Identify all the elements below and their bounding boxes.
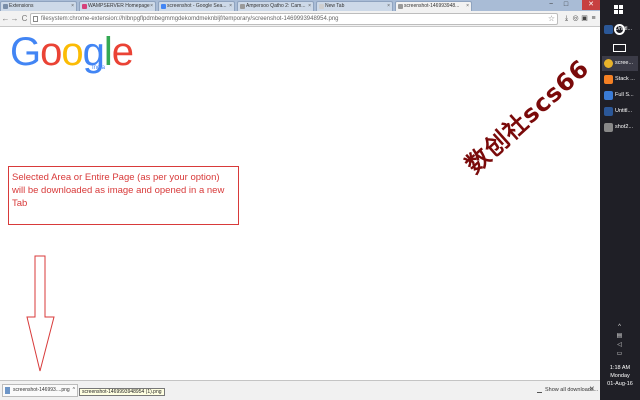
extension-screenshot-icon[interactable]: ◎ bbox=[571, 14, 580, 23]
task-view-icon[interactable] bbox=[613, 44, 626, 52]
tab-new-tab[interactable]: New Tab × bbox=[316, 1, 393, 11]
downloads-shelf: screenshot-146993....png ^ screenshot-14… bbox=[0, 380, 600, 400]
tab-extensions[interactable]: Extensions × bbox=[0, 1, 77, 11]
file-icon bbox=[5, 387, 10, 394]
tab-close-icon[interactable]: × bbox=[387, 2, 390, 10]
google-favicon-icon bbox=[161, 4, 166, 9]
logo-letter: e bbox=[111, 30, 134, 74]
system-clock[interactable]: 1:18 AM Monday 01-Aug-16 bbox=[600, 364, 640, 388]
url-text: filesystem:chrome-extension://hlbnpgflpd… bbox=[41, 16, 339, 22]
tab-label: screenshot-146993948... bbox=[404, 3, 460, 9]
download-item[interactable]: screenshot-146993....png ^ bbox=[2, 384, 78, 397]
app-icon bbox=[604, 123, 613, 132]
app-icon bbox=[604, 25, 613, 34]
tab-label: Extensions bbox=[9, 3, 34, 9]
tab-wampserver[interactable]: WAMPSERVER Homepage × bbox=[79, 1, 156, 11]
chevron-up-icon[interactable]: ^ bbox=[73, 385, 75, 396]
logo-subtitle: India bbox=[92, 65, 106, 71]
minimize-button[interactable]: − bbox=[544, 0, 558, 10]
close-shelf-button[interactable]: ✕ bbox=[589, 384, 595, 396]
windows-taskbar: Untitl... scree... Stack ... Full S... U… bbox=[600, 0, 640, 400]
extensions-favicon-icon bbox=[3, 4, 8, 9]
download-filename: screenshot-146993....png bbox=[13, 387, 70, 393]
logo-letter: o bbox=[61, 30, 83, 74]
screen: Extensions × WAMPSERVER Homepage × scree… bbox=[0, 0, 640, 400]
maximize-button[interactable]: □ bbox=[559, 0, 573, 10]
tab-close-icon[interactable]: × bbox=[308, 2, 311, 10]
logo-letter: o bbox=[40, 30, 62, 74]
tab-screenshot-active[interactable]: screenshot-146993948... × bbox=[395, 1, 472, 11]
tab-strip: Extensions × WAMPSERVER Homepage × scree… bbox=[0, 0, 600, 11]
windows-start-icon[interactable] bbox=[614, 5, 624, 15]
extension-capture-icon[interactable]: ▣ bbox=[580, 14, 589, 23]
taskbar-app-label: scree... bbox=[615, 60, 634, 66]
wamp-favicon-icon bbox=[82, 4, 87, 9]
reload-button[interactable]: C bbox=[20, 14, 29, 24]
tab-close-icon[interactable]: × bbox=[150, 2, 153, 10]
download-tooltip: screenshot-1469993948954 (1).png bbox=[79, 388, 165, 396]
taskbar-app-label: Untitl... bbox=[615, 26, 633, 32]
page-favicon-icon bbox=[240, 4, 245, 9]
app-icon bbox=[604, 107, 613, 116]
volume-icon[interactable]: ◁ bbox=[616, 342, 623, 348]
taskbar-app-label: Full S... bbox=[615, 92, 634, 98]
taskbar-app-screenshot[interactable]: scree... bbox=[602, 56, 638, 71]
tab-close-icon[interactable]: × bbox=[466, 2, 469, 10]
close-window-button[interactable]: ✕ bbox=[582, 0, 600, 10]
taskbar-app-untitled-2[interactable]: Untitl... bbox=[602, 104, 638, 119]
extension-download-icon[interactable]: ⤓ bbox=[562, 14, 571, 23]
tab-label: Ampersoo Qatho 2: Cam... bbox=[246, 3, 306, 9]
tab-close-icon[interactable]: × bbox=[71, 2, 74, 10]
taskbar-app-shot2[interactable]: shot2... bbox=[602, 120, 638, 135]
logo-letter: l bbox=[103, 30, 113, 74]
back-button[interactable]: ← bbox=[1, 14, 10, 24]
app-icon bbox=[604, 91, 613, 100]
logo-letter: G bbox=[10, 30, 41, 74]
browser-toolbar: ← → C filesystem:chrome-extension://hlbn… bbox=[0, 11, 600, 27]
bookmark-star-icon[interactable]: ☆ bbox=[548, 14, 555, 24]
file-favicon-icon bbox=[398, 4, 403, 9]
chevron-up-icon[interactable]: ^ bbox=[616, 324, 623, 330]
clock-time: 1:18 AM bbox=[609, 365, 631, 371]
app-icon bbox=[604, 75, 613, 84]
taskbar-app-stack[interactable]: Stack ... bbox=[602, 72, 638, 87]
tab-label: New Tab bbox=[325, 3, 345, 9]
watermark-text: 数创社scs66 bbox=[460, 53, 595, 180]
google-logo: Google bbox=[10, 30, 134, 74]
clock-date: 01-Aug-16 bbox=[607, 381, 633, 387]
page-content: Google India Selected Area or Entire Pag… bbox=[0, 28, 600, 380]
network-icon[interactable]: ▤ bbox=[616, 333, 623, 339]
chrome-menu-icon[interactable]: ≡ bbox=[589, 14, 598, 23]
instruction-note: Selected Area or Entire Page (as per you… bbox=[8, 166, 239, 225]
clock-day: Monday bbox=[610, 373, 630, 379]
chrome-icon bbox=[604, 59, 613, 68]
tab-google-search[interactable]: screenshot - Google Sea... × bbox=[158, 1, 235, 11]
taskbar-app-full-screen[interactable]: Full S... bbox=[602, 88, 638, 103]
page-info-icon[interactable] bbox=[33, 16, 38, 22]
taskbar-app-label: shot2... bbox=[615, 124, 634, 130]
taskbar-app-untitled-1[interactable]: Untitl... bbox=[602, 22, 638, 37]
notification-icon[interactable]: ▭ bbox=[616, 351, 623, 357]
new-tab-favicon-icon bbox=[319, 4, 324, 9]
tab-close-icon[interactable]: × bbox=[229, 2, 232, 10]
taskbar-app-label: Untitl... bbox=[615, 108, 633, 114]
tab-ampersoo[interactable]: Ampersoo Qatho 2: Cam... × bbox=[237, 1, 314, 11]
download-icon bbox=[537, 387, 542, 393]
forward-button[interactable]: → bbox=[10, 14, 19, 24]
tab-label: screenshot - Google Sea... bbox=[167, 3, 227, 9]
address-bar[interactable]: filesystem:chrome-extension://hlbnpgflpd… bbox=[30, 13, 558, 25]
taskbar-app-label: Stack ... bbox=[615, 76, 635, 82]
down-arrow-icon bbox=[26, 255, 55, 372]
tab-label: WAMPSERVER Homepage bbox=[88, 3, 150, 9]
